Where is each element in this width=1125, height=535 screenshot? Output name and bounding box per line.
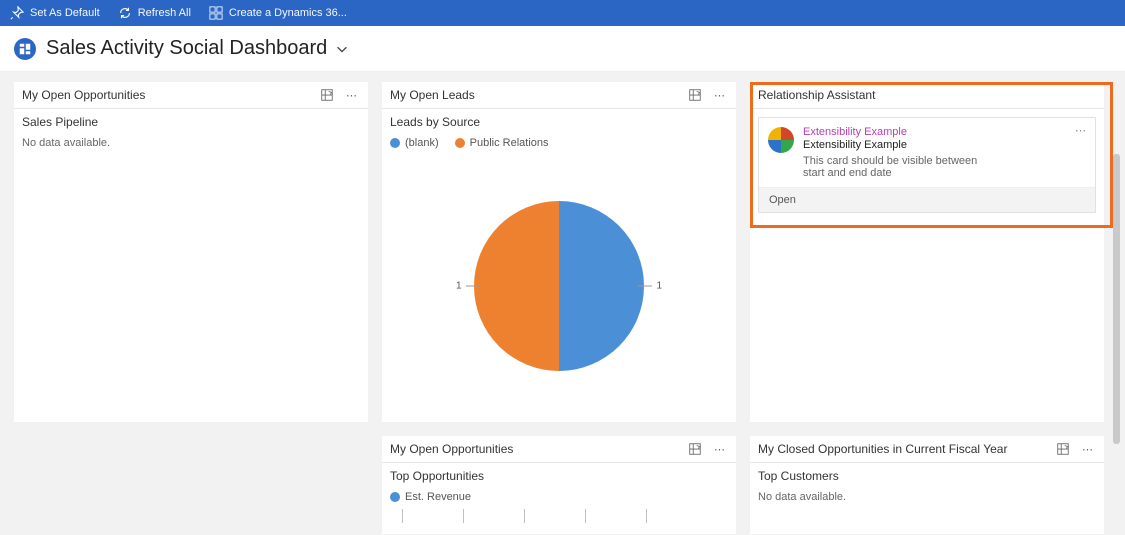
- pie: [474, 201, 644, 371]
- pin-icon: [10, 6, 24, 20]
- panel-title: My Open Opportunities: [22, 88, 320, 102]
- panel-header: Relationship Assistant: [750, 82, 1104, 109]
- no-data-text: No data available.: [750, 487, 1104, 507]
- set-as-default-button[interactable]: Set As Default: [10, 6, 100, 20]
- pie-data-label-right: 1: [638, 280, 662, 291]
- scrollbar-thumb[interactable]: [1113, 154, 1120, 444]
- command-bar: Set As Default Refresh All Create a Dyna…: [0, 0, 1125, 26]
- title-row: Sales Activity Social Dashboard: [0, 26, 1125, 72]
- pie-value: 1: [656, 280, 662, 291]
- panel-closed-opportunities: My Closed Opportunities in Current Fisca…: [750, 436, 1104, 534]
- panel-header: My Closed Opportunities in Current Fisca…: [750, 436, 1104, 463]
- chart-legend: (blank) Public Relations: [382, 133, 736, 149]
- panel-subtitle: Top Customers: [750, 463, 1104, 487]
- bar-chart-skeleton: [382, 503, 736, 529]
- create-template-button[interactable]: Create a Dynamics 36...: [209, 6, 347, 20]
- tick-line: [638, 285, 652, 286]
- cmd-label: Create a Dynamics 36...: [229, 7, 347, 19]
- legend-item-blank: (blank): [390, 137, 439, 149]
- card-subtitle: Extensibility Example: [803, 139, 993, 151]
- panel-relationship-assistant: Relationship Assistant: [750, 82, 1104, 422]
- chevron-down-icon: [335, 42, 349, 56]
- expand-icon[interactable]: [1056, 442, 1070, 456]
- card-body: This card should be visible between star…: [803, 155, 993, 179]
- dashboard-icon: [19, 43, 31, 55]
- panel-more[interactable]: ⋯: [1080, 443, 1096, 456]
- legend-label: Est. Revenue: [405, 491, 471, 503]
- legend-swatch: [390, 138, 400, 148]
- dashboard-switcher[interactable]: [335, 42, 349, 56]
- legend-item: Est. Revenue: [390, 491, 471, 503]
- refresh-all-button[interactable]: Refresh All: [118, 6, 191, 20]
- panel-subtitle: Sales Pipeline: [14, 109, 368, 133]
- insight-card: Extensibility Example Extensibility Exam…: [758, 117, 1096, 213]
- panel-subtitle: Leads by Source: [382, 109, 736, 133]
- dashboard-body: My Open Opportunities ⋯ Sales Pipeline N…: [0, 72, 1125, 535]
- panel-header: My Open Opportunities ⋯: [382, 436, 736, 463]
- template-icon: [209, 6, 223, 20]
- panel-header: My Open Leads ⋯: [382, 82, 736, 109]
- panel-title: My Closed Opportunities in Current Fisca…: [758, 442, 1056, 456]
- legend-swatch: [390, 492, 400, 502]
- panel-subtitle: Top Opportunities: [382, 463, 736, 487]
- pie-value: 1: [456, 280, 462, 291]
- panel-more[interactable]: ⋯: [712, 443, 728, 456]
- panel-more[interactable]: ⋯: [344, 89, 360, 102]
- expand-icon[interactable]: [320, 88, 334, 102]
- app-icon: [14, 38, 36, 60]
- pie-data-label-left: 1: [456, 280, 480, 291]
- card-top: Extensibility Example Extensibility Exam…: [759, 118, 1095, 187]
- panel-open-leads: My Open Leads ⋯ Leads by Source (blank) …: [382, 82, 736, 422]
- tick-line: [466, 285, 480, 286]
- legend-item-pr: Public Relations: [455, 137, 549, 149]
- cmd-label: Set As Default: [30, 7, 100, 19]
- scrollbar[interactable]: [1113, 154, 1120, 484]
- page-title: Sales Activity Social Dashboard: [46, 37, 327, 60]
- no-data-text: No data available.: [14, 133, 368, 153]
- chart-legend: Est. Revenue: [382, 487, 736, 503]
- card-more[interactable]: ⋯: [1075, 124, 1087, 137]
- expand-icon[interactable]: [688, 442, 702, 456]
- panel-title: Relationship Assistant: [758, 88, 1096, 102]
- panel-open-opportunities: My Open Opportunities ⋯ Sales Pipeline N…: [14, 82, 368, 422]
- card-icon: [767, 126, 795, 154]
- panel-open-opportunities-2: My Open Opportunities ⋯ Top Opportunitie…: [382, 436, 736, 534]
- pie-chart: 1 1: [382, 149, 736, 422]
- legend-label: (blank): [405, 137, 439, 149]
- panel-title: My Open Leads: [390, 88, 688, 102]
- expand-icon[interactable]: [688, 88, 702, 102]
- card-open-button[interactable]: Open: [759, 187, 1095, 212]
- card-link[interactable]: Extensibility Example: [803, 126, 993, 138]
- panel-more[interactable]: ⋯: [712, 89, 728, 102]
- panel-header: My Open Opportunities ⋯: [14, 82, 368, 109]
- cmd-label: Refresh All: [138, 7, 191, 19]
- panel-title: My Open Opportunities: [390, 442, 688, 456]
- legend-swatch: [455, 138, 465, 148]
- refresh-icon: [118, 6, 132, 20]
- legend-label: Public Relations: [470, 137, 549, 149]
